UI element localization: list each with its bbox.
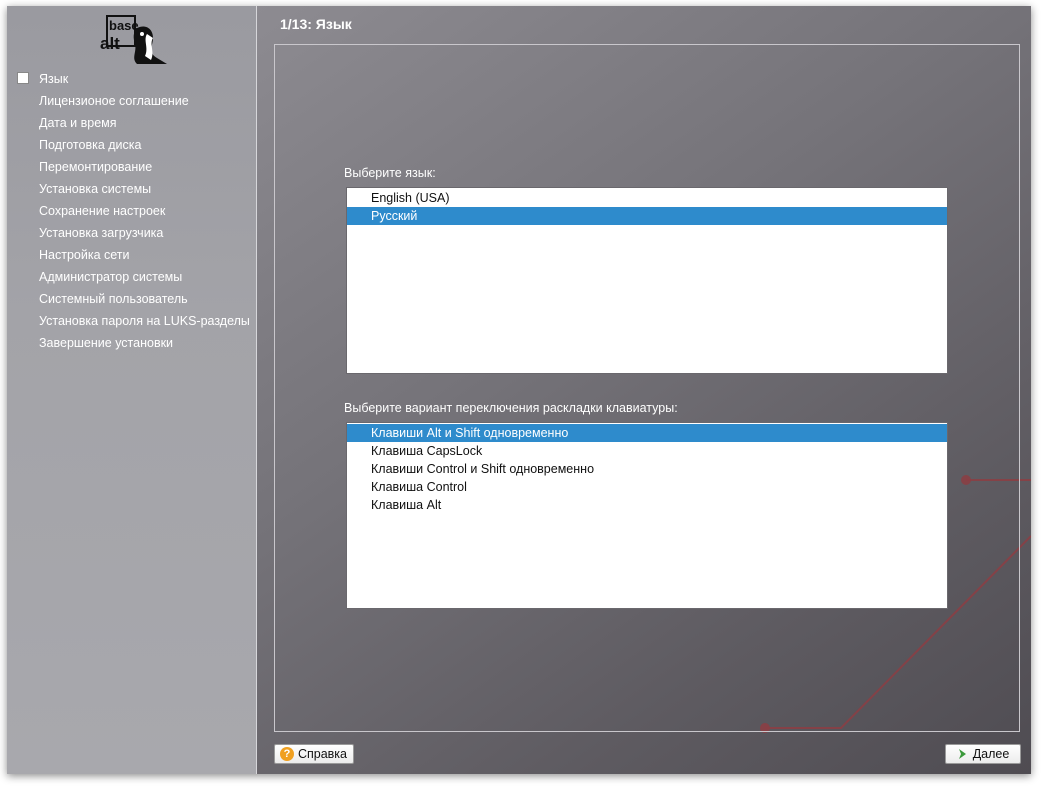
page-title: 1/13: Язык bbox=[280, 16, 352, 32]
logo-text-alt: alt bbox=[100, 34, 120, 53]
chevron-right-icon bbox=[958, 749, 966, 759]
language-list[interactable]: English (USA) Русский bbox=[346, 187, 948, 374]
step-label: Настройка сети bbox=[39, 248, 130, 262]
step-item: Подготовка диска bbox=[7, 134, 257, 156]
step-label: Дата и время bbox=[39, 116, 117, 130]
next-button-label: Далее bbox=[972, 747, 1010, 761]
step-item: Установка пароля на LUKS-разделы bbox=[7, 310, 257, 332]
installer-window: base alt Язык Лицензионое соглашение Дата … bbox=[7, 6, 1031, 774]
keyboard-layout-option[interactable]: Клавиша Control bbox=[347, 478, 947, 496]
step-label: Подготовка диска bbox=[39, 138, 142, 152]
step-list: Язык Лицензионое соглашение Дата и время По… bbox=[7, 68, 257, 354]
main-area: 1/13: Язык Выберите язык: English (USA) Р… bbox=[257, 6, 1031, 774]
current-step-indicator bbox=[17, 72, 29, 84]
language-option[interactable]: English (USA) bbox=[347, 189, 947, 207]
next-button[interactable]: Далее bbox=[945, 744, 1021, 764]
step-label: Язык bbox=[39, 72, 69, 86]
help-button-label: Справка bbox=[297, 747, 347, 761]
step-item: Установка системы bbox=[7, 178, 257, 200]
language-option[interactable]: Русский bbox=[347, 207, 947, 225]
keyboard-layout-option[interactable]: Клавиши Control и Shift одновременно bbox=[347, 460, 947, 478]
keyboard-layout-list[interactable]: Клавиши Alt и Shift одновременно Клавиша … bbox=[346, 422, 948, 609]
step-label: Установка системы bbox=[39, 182, 152, 196]
step-item: Лицензионое соглашение bbox=[7, 90, 257, 112]
step-item: Системный пользователь bbox=[7, 288, 257, 310]
step-item: Язык bbox=[7, 68, 257, 90]
help-icon: ? bbox=[280, 747, 294, 761]
step-item: Сохранение настроек bbox=[7, 200, 257, 222]
step-label: Лицензионое соглашение bbox=[39, 94, 189, 108]
sidebar: base alt Язык Лицензионое соглашение Дата … bbox=[7, 6, 257, 774]
step-item: Установка загрузчика bbox=[7, 222, 257, 244]
step-label: Сохранение настроек bbox=[39, 204, 166, 218]
step-item: Администратор системы bbox=[7, 266, 257, 288]
step-item: Перемонтирование bbox=[7, 156, 257, 178]
help-button[interactable]: ? Справка bbox=[274, 744, 354, 764]
step-label: Установка загрузчика bbox=[39, 226, 164, 240]
step-item: Завершение установки bbox=[7, 332, 257, 354]
language-label: Выберите язык: bbox=[344, 166, 436, 180]
step-label: Системный пользователь bbox=[39, 292, 188, 306]
step-label: Администратор системы bbox=[39, 270, 183, 284]
keyboard-layout-option[interactable]: Клавиша Alt bbox=[347, 496, 947, 514]
step-item: Дата и время bbox=[7, 112, 257, 134]
content-panel bbox=[274, 44, 1020, 732]
keyboard-layout-option[interactable]: Клавиши Alt и Shift одновременно bbox=[347, 424, 947, 442]
logo-text-base: base bbox=[109, 18, 139, 33]
basealt-logo: base alt bbox=[100, 15, 167, 64]
step-label: Установка пароля на LUKS-разделы bbox=[39, 314, 250, 328]
step-label: Завершение установки bbox=[39, 336, 174, 350]
step-label: Перемонтирование bbox=[39, 160, 153, 174]
keyboard-layout-label: Выберите вариант переключения раскладки … bbox=[344, 401, 678, 415]
step-item: Настройка сети bbox=[7, 244, 257, 266]
keyboard-layout-option[interactable]: Клавиша CapsLock bbox=[347, 442, 947, 460]
